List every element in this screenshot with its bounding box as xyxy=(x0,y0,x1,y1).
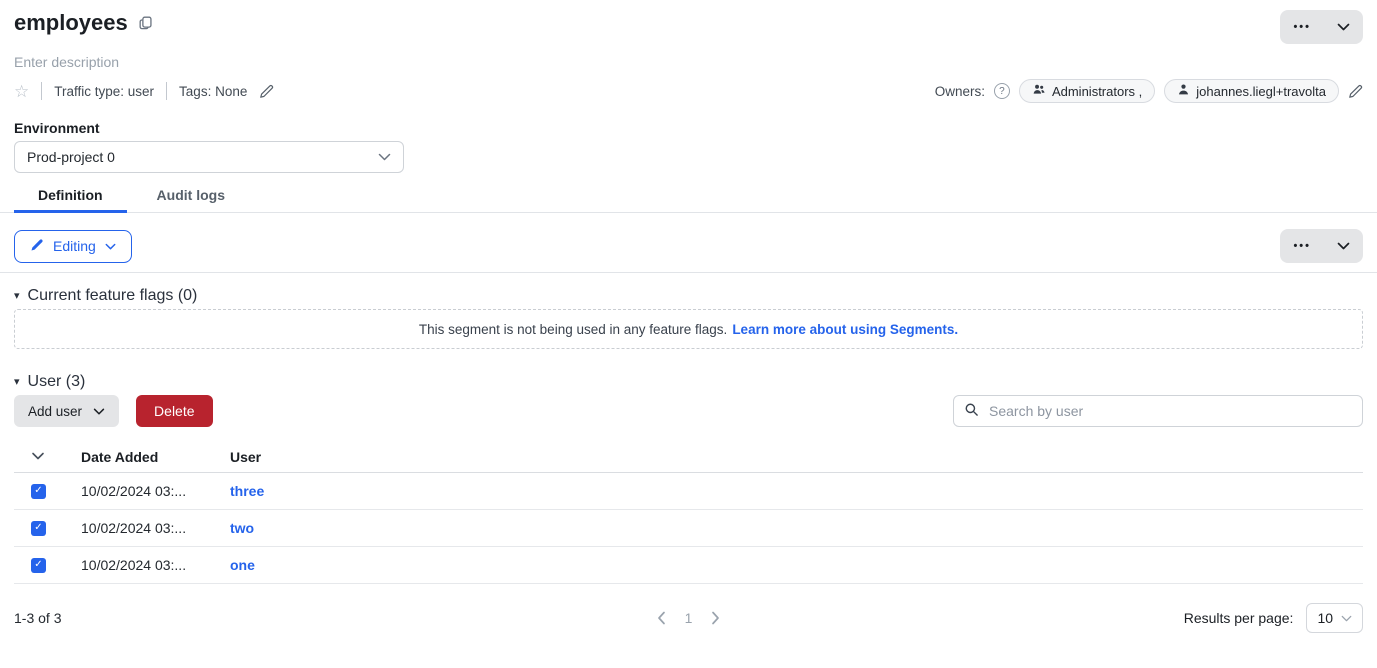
divider xyxy=(0,272,1377,273)
header-dropdown-button[interactable] xyxy=(1324,10,1363,44)
users-table: Date Added User ✓ 10/02/2024 03:... thre… xyxy=(14,441,1363,584)
row-date: 10/02/2024 03:... xyxy=(81,520,230,536)
feature-flags-section-toggle[interactable]: ▾ Current feature flags (0) xyxy=(14,287,1363,305)
delete-button[interactable]: Delete xyxy=(136,395,212,427)
header-overflow-button[interactable]: ••• xyxy=(1280,10,1324,44)
column-header-date[interactable]: Date Added xyxy=(81,449,230,465)
editing-button[interactable]: Editing xyxy=(14,230,132,263)
user-link[interactable]: three xyxy=(230,483,264,499)
environment-label: Environment xyxy=(14,120,1363,136)
divider xyxy=(41,82,42,100)
meta-left: ☆ Traffic type: user Tags: None xyxy=(14,82,274,100)
page-header: employees ••• xyxy=(14,10,1363,46)
user-section-toggle[interactable]: ▾ User (3) xyxy=(14,373,1363,391)
results-per-page-value: 10 xyxy=(1317,610,1333,626)
caret-down-icon: ▾ xyxy=(14,291,20,302)
tags-label: Tags: None xyxy=(179,84,247,99)
row-checkbox[interactable]: ✓ xyxy=(31,558,46,573)
caret-down-icon: ▾ xyxy=(14,377,20,388)
empty-message: This segment is not being used in any fe… xyxy=(419,322,727,337)
toolbar-overflow-button[interactable]: ••• xyxy=(1280,229,1324,263)
pagination-page-number[interactable]: 1 xyxy=(685,610,693,626)
page-title: employees xyxy=(14,10,128,36)
results-per-page: Results per page: 10 xyxy=(720,603,1363,633)
user-link[interactable]: one xyxy=(230,557,255,573)
owner-pill-label: johannes.liegl+travolta xyxy=(1196,84,1326,99)
header-actions-group: ••• xyxy=(1280,10,1363,44)
ellipsis-icon: ••• xyxy=(1293,21,1311,33)
group-icon xyxy=(1032,83,1046,99)
add-user-button[interactable]: Add user xyxy=(14,395,119,427)
search-icon xyxy=(964,402,979,420)
chevron-down-icon xyxy=(1337,239,1350,254)
owners-label: Owners: xyxy=(935,84,985,99)
chevron-down-icon xyxy=(93,404,105,419)
table-header-row: Date Added User xyxy=(14,441,1363,473)
row-date: 10/02/2024 03:... xyxy=(81,557,230,573)
person-icon xyxy=(1177,83,1190,99)
learn-more-link[interactable]: Learn more about using Segments. xyxy=(732,322,958,337)
column-header-user[interactable]: User xyxy=(230,449,1363,465)
table-row: ✓ 10/02/2024 03:... three xyxy=(14,473,1363,510)
edit-tags-pencil-icon[interactable] xyxy=(259,84,274,99)
edit-owners-pencil-icon[interactable] xyxy=(1348,84,1363,99)
row-checkbox[interactable]: ✓ xyxy=(31,484,46,499)
chevron-down-icon xyxy=(105,238,116,254)
search-box xyxy=(953,395,1363,427)
pagination-next-button[interactable] xyxy=(711,611,720,625)
results-range: 1-3 of 3 xyxy=(14,610,657,626)
divider xyxy=(166,82,167,100)
traffic-type-label: Traffic type: user xyxy=(54,84,154,99)
chevron-down-icon xyxy=(1341,610,1352,626)
definition-toolbar: Editing ••• xyxy=(14,229,1363,263)
chevron-down-icon xyxy=(378,149,391,165)
row-date: 10/02/2024 03:... xyxy=(81,483,230,499)
editing-label: Editing xyxy=(53,238,96,254)
pagination: 1 xyxy=(657,610,721,626)
feature-flags-section-title: Current feature flags (0) xyxy=(28,287,198,305)
title-wrap: employees xyxy=(14,10,153,36)
environment-select[interactable]: Prod-project 0 xyxy=(14,141,404,173)
user-controls-row: Add user Delete xyxy=(14,395,1363,427)
description-field[interactable]: Enter description xyxy=(14,54,1363,70)
empty-feature-flags-box: This segment is not being used in any fe… xyxy=(14,309,1363,349)
copy-icon[interactable] xyxy=(138,15,153,31)
select-all-dropdown[interactable] xyxy=(31,452,45,461)
owner-pill-user[interactable]: johannes.liegl+travolta xyxy=(1164,79,1339,103)
owner-pill-administrators[interactable]: Administrators , xyxy=(1019,79,1155,103)
ellipsis-icon: ••• xyxy=(1293,240,1311,252)
pencil-icon xyxy=(30,238,44,255)
tab-definition[interactable]: Definition xyxy=(14,187,127,212)
user-section-title: User (3) xyxy=(28,373,86,391)
owner-pill-label: Administrators , xyxy=(1052,84,1142,99)
add-user-label: Add user xyxy=(28,404,82,419)
results-per-page-label: Results per page: xyxy=(1184,610,1294,626)
table-row: ✓ 10/02/2024 03:... two xyxy=(14,510,1363,547)
tab-bar: Definition Audit logs xyxy=(0,187,1377,213)
row-checkbox[interactable]: ✓ xyxy=(31,521,46,536)
search-input[interactable] xyxy=(987,402,1352,420)
user-link[interactable]: two xyxy=(230,520,254,536)
toolbar-dropdown-button[interactable] xyxy=(1324,229,1363,263)
meta-row: ☆ Traffic type: user Tags: None Owners: … xyxy=(14,80,1363,102)
tab-audit-logs[interactable]: Audit logs xyxy=(133,187,249,212)
table-row: ✓ 10/02/2024 03:... one xyxy=(14,547,1363,584)
toolbar-actions-group: ••• xyxy=(1280,229,1363,263)
pagination-prev-button[interactable] xyxy=(657,611,666,625)
table-footer: 1-3 of 3 1 Results per page: 10 xyxy=(14,602,1363,634)
help-icon[interactable]: ? xyxy=(994,83,1010,99)
star-icon[interactable]: ☆ xyxy=(14,83,29,100)
environment-selected-value: Prod-project 0 xyxy=(27,149,115,165)
chevron-down-icon xyxy=(1337,20,1350,35)
segment-page: employees ••• Enter description ☆ Traffi… xyxy=(0,0,1377,634)
results-per-page-select[interactable]: 10 xyxy=(1306,603,1363,633)
owners-row: Owners: ? Administrators , johannes.lieg… xyxy=(935,79,1363,103)
